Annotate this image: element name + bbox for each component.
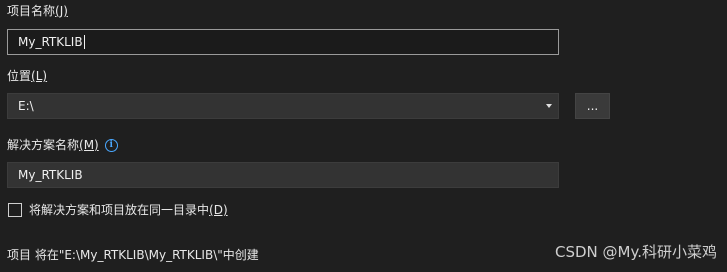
same-directory-label-text: 将解决方案和项目放在同一目录中 <box>29 203 210 217</box>
project-name-label-text: 项目名称 <box>7 4 56 18</box>
solution-name-hotkey: (M) <box>79 138 99 152</box>
solution-name-label: 解决方案名称(M) i <box>7 137 118 153</box>
text-caret <box>83 35 85 49</box>
location-label: 位置(L) <box>7 68 47 84</box>
solution-name-label-text: 解决方案名称 <box>7 138 80 152</box>
same-directory-checkbox[interactable] <box>8 203 22 217</box>
location-hotkey: (L) <box>31 69 48 83</box>
browse-location-button[interactable]: ... <box>575 93 610 119</box>
browse-button-label: ... <box>586 99 599 113</box>
location-label-text: 位置 <box>7 69 32 83</box>
location-value: E:\ <box>18 99 34 113</box>
info-icon[interactable]: i <box>104 139 118 152</box>
csdn-watermark: CSDN @My.科研小菜鸡 <box>555 243 717 261</box>
project-name-hotkey: (J) <box>55 4 68 18</box>
creation-path-summary: 项目 将在"E:\My_RTKLIB\My_RTKLIB\"中创建 <box>7 248 259 262</box>
project-name-value: My_RTKLIB <box>18 35 83 49</box>
location-combobox[interactable]: E:\ <box>7 93 559 119</box>
project-name-label: 项目名称(J) <box>7 3 68 19</box>
solution-name-input[interactable]: My_RTKLIB <box>7 162 559 188</box>
dropdown-arrow-icon[interactable] <box>546 104 552 108</box>
solution-name-value: My_RTKLIB <box>18 168 83 182</box>
project-name-input[interactable]: My_RTKLIB <box>7 29 559 55</box>
same-directory-hotkey: (D) <box>209 203 228 217</box>
same-directory-label[interactable]: 将解决方案和项目放在同一目录中(D) <box>29 202 228 218</box>
